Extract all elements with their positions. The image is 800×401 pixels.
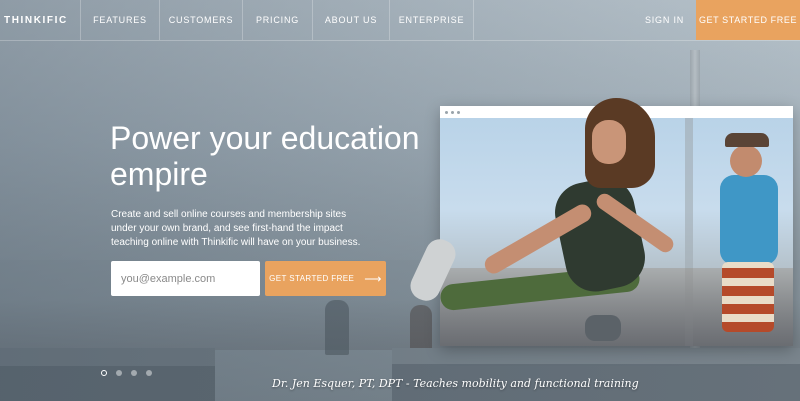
bystander-shirt [720,175,778,265]
carousel-dots [101,370,152,376]
nav-item-enterprise[interactable]: ENTERPRISE [389,0,473,40]
instructor-caption: Dr. Jen Esquer, PT, DPT - Teaches mobili… [272,377,639,390]
nav-item-customers[interactable]: CUSTOMERS [159,0,242,40]
carousel-dot[interactable] [101,370,107,376]
bystander-head [730,145,762,177]
nav-get-started-button[interactable]: GET STARTED FREE [696,0,800,40]
nav-item-features[interactable]: FEATURES [80,0,159,40]
thinkific-logo[interactable]: THINKIFIC [0,0,80,40]
hero-subtext: Create and sell online courses and membe… [111,209,361,248]
bystander-hat [725,133,769,147]
arrow-right-icon: ⟶ [364,271,382,286]
instructor-shoe [585,315,621,341]
get-started-button[interactable]: GET STARTED FREE ⟶ [265,261,386,296]
carousel-dot[interactable] [116,370,122,376]
window-dot-icon [457,110,460,114]
carousel-dot[interactable] [131,370,137,376]
instructor-face [592,120,626,164]
sign-in-link[interactable]: SIGN IN [633,0,696,40]
hero-headline: Power your education empire [110,120,420,192]
window-dot-icon [445,110,448,114]
nav-item-about-us[interactable]: ABOUT US [312,0,389,40]
top-navigation: THINKIFIC FEATURES CUSTOMERS PRICING ABO… [0,0,800,41]
nav-item-pricing[interactable]: PRICING [242,0,312,40]
email-input[interactable] [111,261,260,296]
get-started-label: GET STARTED FREE [269,274,355,283]
nav-spacer [473,0,633,40]
carousel-dot[interactable] [146,370,152,376]
window-dot-icon [451,110,454,114]
bystander-shorts [722,262,774,332]
